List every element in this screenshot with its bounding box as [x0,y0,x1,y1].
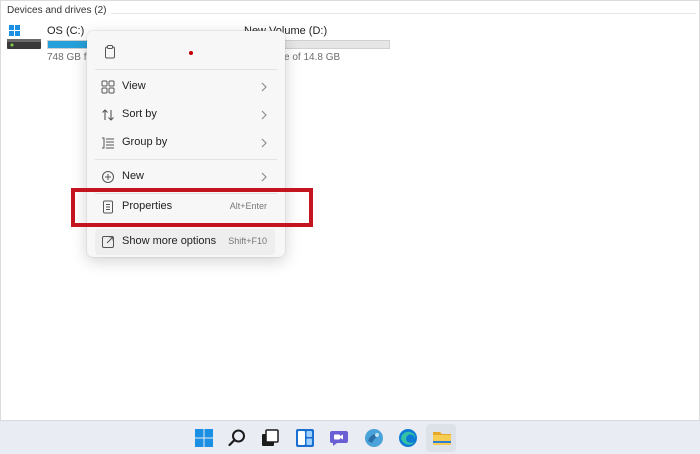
menu-top-actions [95,37,275,67]
drive-c-name: OS (C:) [47,25,85,37]
section-divider [111,13,696,14]
menu-item-view[interactable]: View [95,74,275,100]
grid-view-icon [101,80,115,94]
chevron-right-icon [259,136,269,150]
menu-item-shortcut: Shift+F10 [228,236,267,246]
menu-item-label: Sort by [122,108,157,120]
taskbar [0,420,700,454]
chevron-right-icon [259,170,269,184]
edge-browser-icon[interactable] [397,427,419,449]
search-icon[interactable] [226,427,248,449]
menu-separator [95,159,277,160]
menu-separator [95,69,277,70]
menu-item-label: New [122,170,145,182]
menu-item-label: Show more options [122,235,217,247]
task-view-icon[interactable] [259,427,281,449]
menu-item-label: View [122,80,146,92]
more-options-icon [101,235,115,249]
annotation-dot [189,51,193,55]
menu-item-group-by[interactable]: Group by [95,130,275,156]
chevron-right-icon [259,108,269,122]
menu-item-new[interactable]: New [95,164,275,190]
menu-item-label: Group by [122,136,168,148]
group-icon [101,136,115,150]
plus-circle-icon [101,170,115,184]
chat-icon[interactable] [328,427,350,449]
clipboard-icon[interactable] [103,45,117,59]
section-title: Devices and drives (2) [7,5,107,16]
drive-d-free-space: e of 14.8 GB [284,52,341,63]
sort-icon [101,108,115,122]
file-explorer-content: Devices and drives (2) OS (C:) 748 GB fr… [0,0,700,422]
chevron-right-icon [259,80,269,94]
widgets-icon[interactable] [294,427,316,449]
menu-item-sort-by[interactable]: Sort by [95,102,275,128]
file-explorer-icon[interactable] [431,427,453,449]
app-icon[interactable] [363,427,385,449]
windows-start-icon[interactable] [193,427,215,449]
drive-c-icon [7,25,41,53]
menu-item-show-more-options[interactable]: Show more options Shift+F10 [95,229,275,255]
properties-highlight-box [71,188,313,227]
